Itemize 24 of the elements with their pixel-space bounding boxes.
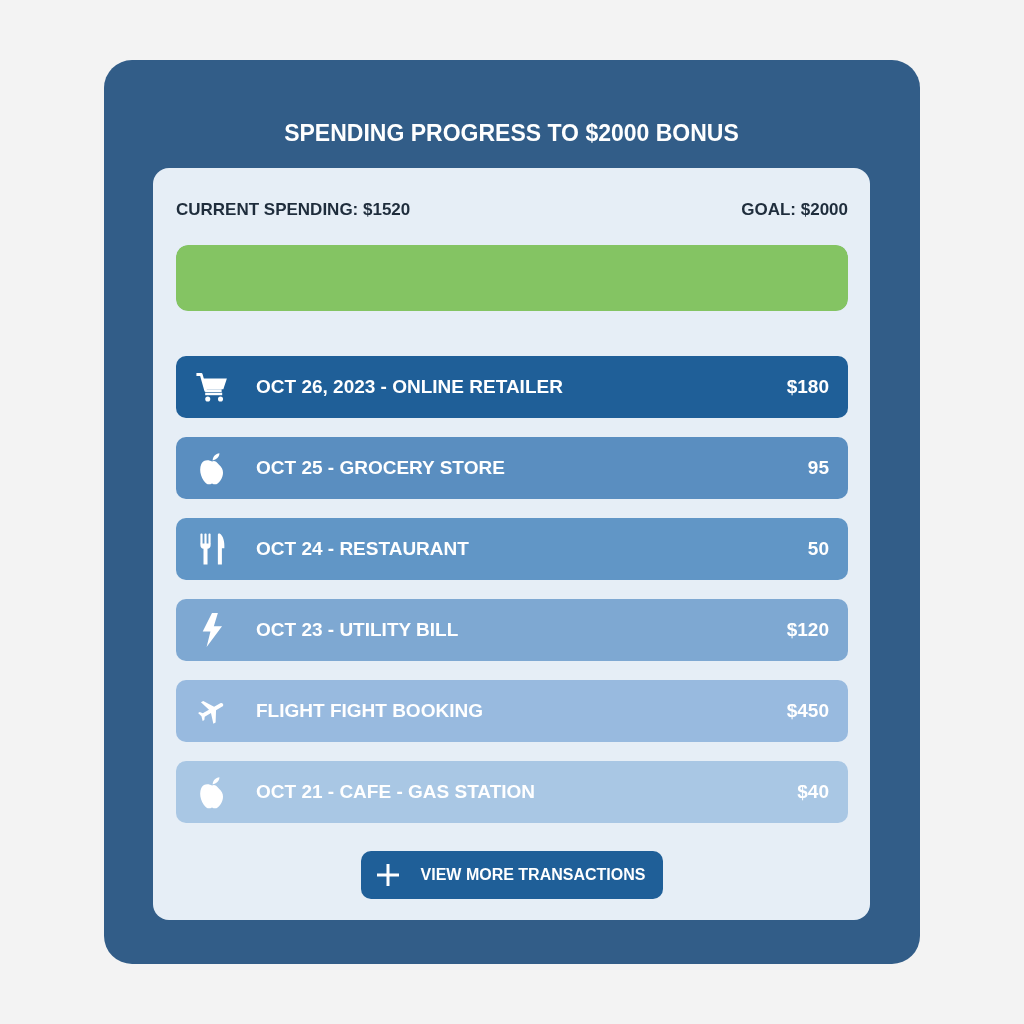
- transaction-label: FLIGHT FIGHT BOOKING: [256, 698, 483, 723]
- transaction-label: OCT 21 - CAFE - GAS STATION: [256, 779, 536, 804]
- transaction-amount: $40: [797, 779, 829, 804]
- transaction-row[interactable]: OCT 25 - GROCERY STORE 95: [176, 437, 848, 499]
- panel-title: SPENDING PROGRESS TO $2000 BONUS: [284, 119, 739, 148]
- transaction-row[interactable]: OCT 23 - UTILITY BILL $120: [176, 599, 848, 661]
- shopping-cart-icon: [195, 370, 229, 404]
- transaction-amount: $450: [786, 698, 829, 723]
- current-spending-label: CURRENT SPENDING: $1520: [176, 199, 411, 221]
- transaction-amount: $120: [786, 617, 829, 642]
- transaction-row[interactable]: OCT 26, 2023 - ONLINE RETAILER $180: [176, 356, 848, 418]
- transaction-row[interactable]: OCT 21 - CAFE - GAS STATION $40: [176, 761, 848, 823]
- plus-icon: [376, 864, 399, 886]
- transaction-amount: $180: [786, 374, 829, 399]
- transaction-label: OCT 26, 2023 - ONLINE RETAILER: [256, 374, 563, 399]
- transaction-amount: 95: [807, 455, 829, 480]
- transaction-row[interactable]: OCT 24 - RESTAURANT 50: [176, 518, 848, 580]
- goal-label: GOAL: $2000: [741, 199, 848, 221]
- view-more-button[interactable]: VIEW MORE TRANSACTIONS: [360, 851, 664, 899]
- transaction-label: OCT 24 - RESTAURANT: [256, 536, 469, 561]
- transaction-label: OCT 23 - UTILITY BILL: [256, 617, 459, 642]
- transaction-row[interactable]: FLIGHT FIGHT BOOKING $450: [176, 680, 848, 742]
- transaction-label: OCT 25 - GROCERY STORE: [256, 455, 505, 480]
- transaction-amount: 50: [807, 536, 829, 561]
